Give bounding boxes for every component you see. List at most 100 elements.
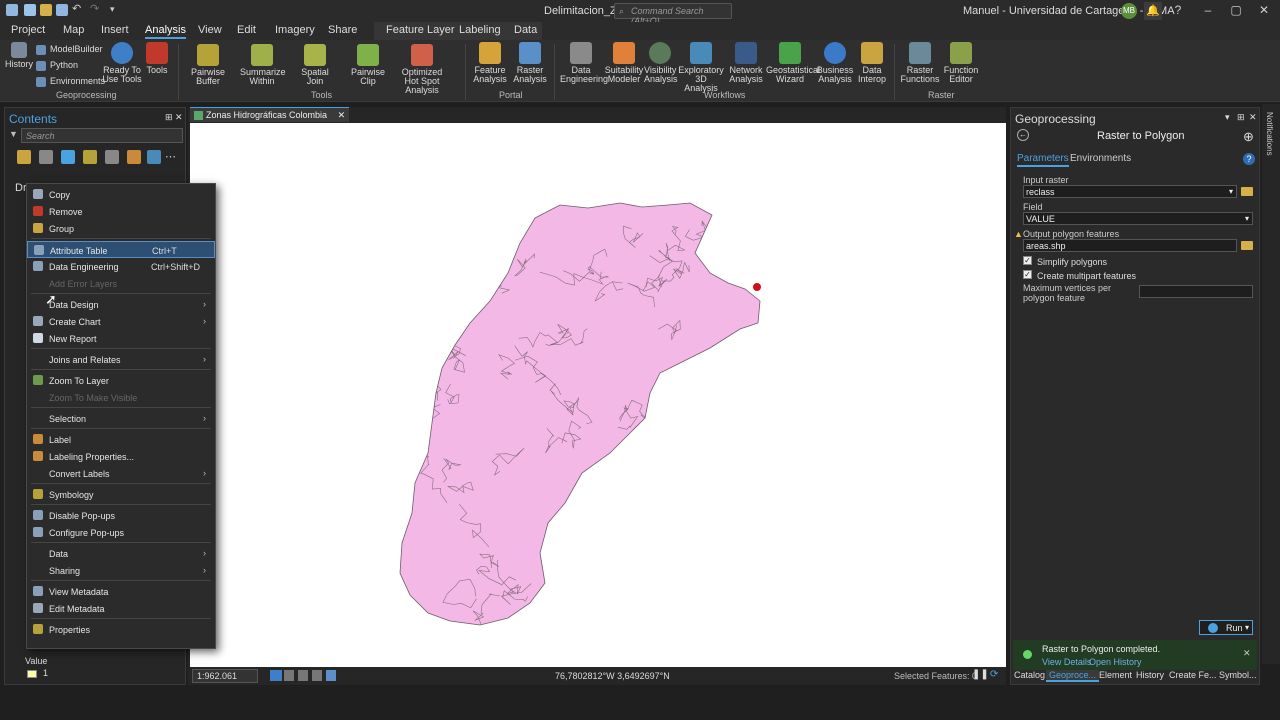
menu-item-remove[interactable]: Remove (27, 203, 215, 220)
tab-symbology[interactable]: Symbol... (1219, 670, 1257, 680)
undo-icon[interactable]: ↶ (72, 2, 84, 15)
tab-feature-layer[interactable]: Feature Layer (386, 24, 454, 36)
map-tab[interactable]: Zonas Hidrográficas Colombia ✕ (190, 107, 350, 122)
menu-item-new-report[interactable]: New Report (27, 330, 215, 347)
close-button[interactable]: ✕ (1256, 3, 1272, 17)
scale-selector[interactable]: 1:962.061 (192, 669, 258, 683)
multipart-checkbox[interactable]: ✓ (1023, 270, 1032, 279)
editing-icon[interactable] (83, 150, 97, 164)
tab-environments[interactable]: Environments (1070, 153, 1131, 164)
menu-item-attribute-table[interactable]: Attribute Table Ctrl+T (27, 241, 215, 258)
business-analysis-button[interactable]: Business Analysis (816, 42, 854, 84)
avatar[interactable]: MB (1121, 3, 1137, 19)
notifications-strip[interactable]: Notifications (1262, 104, 1280, 664)
menu-item-joins-and-relates[interactable]: Joins and Relates › (27, 351, 215, 368)
tab-history[interactable]: History (1136, 670, 1164, 680)
tab-view[interactable]: View (198, 24, 222, 36)
browse-folder-icon[interactable] (1241, 241, 1253, 250)
open-history-link[interactable]: Open History (1089, 657, 1142, 667)
menu-item-selection[interactable]: Selection › (27, 410, 215, 427)
menu-item-configure-pop-ups[interactable]: Configure Pop-ups (27, 524, 215, 541)
tab-edit[interactable]: Edit (237, 24, 256, 36)
geostatistical-wizard-button[interactable]: Geostatistical Wizard (766, 42, 820, 84)
pour-point-marker[interactable] (753, 283, 761, 291)
refresh-icon[interactable]: ⟳ (990, 669, 998, 680)
output-features-field[interactable]: areas.shp (1023, 239, 1237, 252)
map-tab-close-button[interactable]: ✕ (338, 110, 346, 120)
browse-folder-icon[interactable] (1241, 187, 1253, 196)
legend-swatch[interactable] (27, 670, 37, 678)
raster-analysis-button[interactable]: Raster Analysis (512, 42, 548, 84)
menu-item-create-chart[interactable]: Create Chart › (27, 313, 215, 330)
tab-parameters[interactable]: Parameters (1017, 153, 1069, 167)
field-select[interactable]: VALUE ▾ (1023, 212, 1253, 225)
pin-icon[interactable]: ⊞ (165, 112, 173, 123)
open-project-icon[interactable] (40, 4, 52, 16)
notification-close-button[interactable]: ✕ (1243, 648, 1251, 659)
selected-features-count[interactable]: Selected Features: 0 (894, 671, 977, 681)
chevron-down-icon[interactable]: ▾ (1245, 623, 1249, 632)
coordinate-readout[interactable]: 76,7802812°W 3,6492697°N (555, 671, 670, 681)
hydrographic-zone-polygon[interactable] (399, 202, 761, 626)
zoom-icon[interactable] (298, 670, 308, 681)
more-options-icon[interactable]: ⋯ (165, 150, 179, 164)
selection-icon[interactable] (61, 150, 75, 164)
tab-map[interactable]: Map (63, 24, 84, 36)
ready-to-use-tools-button[interactable]: Ready To Use Tools (102, 42, 142, 84)
tab-analysis[interactable]: Analysis (145, 24, 186, 39)
modelbuilder-button[interactable]: ModelBuilder (36, 44, 103, 55)
spatial-join-button[interactable]: Spatial Join (296, 44, 334, 86)
grid-icon[interactable] (284, 670, 294, 681)
redo-icon[interactable]: ↷ (90, 2, 102, 15)
network-analysis-button[interactable]: Network Analysis (726, 42, 766, 84)
pairwise-buffer-button[interactable]: Pairwise Buffer (188, 44, 228, 86)
help-icon[interactable]: ? (1243, 153, 1255, 165)
save-icon[interactable] (56, 4, 68, 16)
maximize-button[interactable]: ▢ (1228, 3, 1244, 17)
filter-icon[interactable]: ▼ (9, 129, 18, 139)
menu-item-label[interactable]: Label (27, 431, 215, 448)
geoprocessing-close-button[interactable]: ✕ (1249, 112, 1257, 123)
contents-close-button[interactable]: ✕ (175, 112, 183, 123)
raster-functions-button[interactable]: Raster Functions (900, 42, 940, 84)
menu-item-edit-metadata[interactable]: Edit Metadata (27, 600, 215, 617)
add-icon[interactable]: ⊕ (1243, 129, 1254, 145)
tab-insert[interactable]: Insert (101, 24, 129, 36)
view-details-link[interactable]: View Details (1042, 657, 1091, 667)
feature-analysis-button[interactable]: Feature Analysis (472, 42, 508, 84)
map-canvas[interactable] (190, 123, 1006, 667)
back-icon[interactable]: ← (1017, 129, 1029, 141)
tab-imagery[interactable]: Imagery (275, 24, 315, 36)
drawing-order-icon[interactable] (17, 150, 31, 164)
simplify-checkbox[interactable]: ✓ (1023, 256, 1032, 265)
menu-item-symbology[interactable]: Symbology (27, 486, 215, 503)
suitability-modeler-button[interactable]: Suitability Modeler (604, 42, 644, 84)
menu-item-labeling-properties[interactable]: Labeling Properties... (27, 448, 215, 465)
menu-item-data-engineering[interactable]: Data Engineering Ctrl+Shift+D (27, 258, 215, 275)
labeling-icon[interactable] (127, 150, 141, 164)
contents-search-input[interactable]: Search (21, 128, 183, 143)
help-button[interactable]: ? (1170, 3, 1186, 17)
visibility-analysis-button[interactable]: Visibility Analysis (644, 42, 678, 84)
menu-item-properties[interactable]: Properties (27, 621, 215, 638)
pause-drawing-icon[interactable]: ❚❚ (972, 669, 989, 680)
tab-data[interactable]: Data (514, 24, 537, 36)
menu-item-zoom-to-layer[interactable]: Zoom To Layer (27, 372, 215, 389)
tab-element[interactable]: Element (1099, 670, 1132, 680)
customize-toolbar-icon[interactable]: ▾ (110, 4, 122, 16)
hot-spot-button[interactable]: Optimized Hot Spot Analysis (394, 44, 450, 95)
menu-item-sharing[interactable]: Sharing › (27, 562, 215, 579)
refresh-view-icon[interactable] (326, 670, 336, 681)
new-project-icon[interactable] (24, 4, 36, 16)
perspective-icon[interactable] (147, 150, 161, 164)
history-button[interactable]: History (4, 42, 34, 69)
tab-create-features[interactable]: Create Fe... (1169, 670, 1217, 680)
tab-project[interactable]: Project (11, 24, 45, 36)
menu-item-copy[interactable]: Copy (27, 186, 215, 203)
user-name[interactable]: Manuel - Universidad de Cartagena - GIMA (963, 5, 1175, 17)
menu-item-data[interactable]: Data › (27, 545, 215, 562)
summarize-within-button[interactable]: Summarize Within (240, 44, 286, 86)
command-search-input[interactable]: ⌕ Command Search (Alt+Q) (614, 3, 732, 26)
snapping-icon[interactable] (105, 150, 119, 164)
max-vertices-input[interactable] (1139, 285, 1253, 298)
